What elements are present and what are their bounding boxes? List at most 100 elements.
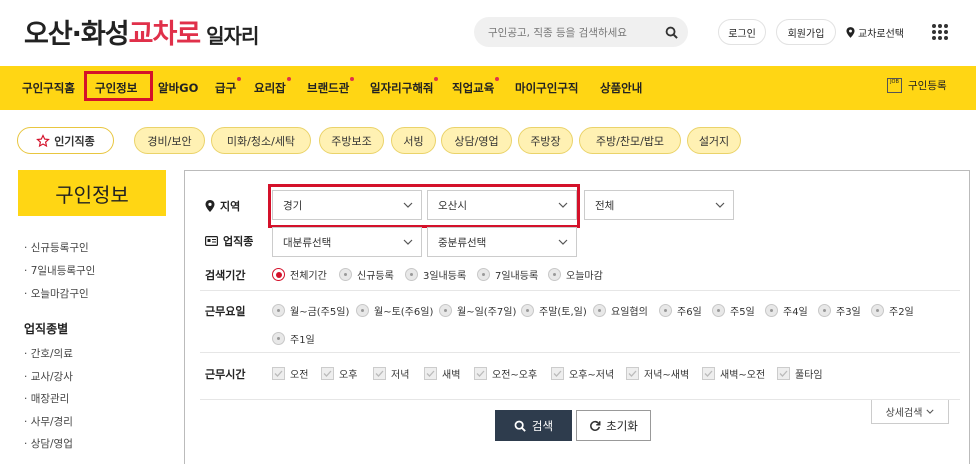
search-button[interactable]: 검색: [495, 410, 572, 441]
search-icon[interactable]: [665, 26, 678, 39]
check-icon: [553, 370, 562, 377]
checkbox: [551, 367, 564, 380]
checkbox: [321, 367, 334, 380]
nav-item-home[interactable]: 구인구직홈: [22, 80, 75, 96]
days-4-radio[interactable]: 주4일: [765, 303, 808, 318]
new-dot: [286, 77, 291, 81]
time-morning-checkbox[interactable]: 오전: [272, 366, 308, 381]
region-label-text: 지역: [220, 200, 241, 213]
region-select-link[interactable]: 교차로선택: [846, 25, 904, 40]
sidebar-category-store[interactable]: · 매장관리: [24, 391, 69, 406]
time-afternoon-checkbox[interactable]: 오후: [321, 366, 357, 381]
chip-dishwashing[interactable]: 설거지: [687, 127, 741, 154]
region-district-select[interactable]: 전체: [584, 190, 734, 220]
radio: [765, 304, 778, 317]
chip-kitchen-cook[interactable]: 주방/찬모/밥모: [579, 127, 681, 154]
nav-cooking-label: 요리잡: [254, 81, 286, 95]
sidebar-category-label: 간호/의료: [30, 348, 73, 360]
sidebar-link-7days[interactable]: · 7일내등록구인: [24, 263, 95, 278]
nav-item-albago[interactable]: 알바GO: [158, 80, 198, 96]
job-major-select[interactable]: 대분류선택: [272, 227, 422, 257]
job-minor-select[interactable]: 중분류선택: [427, 227, 577, 257]
signup-button[interactable]: 회원가입: [776, 19, 836, 45]
search-input[interactable]: 구인공고, 직종 등을 검색하세요: [474, 17, 688, 47]
time-option-label: 풀타임: [795, 370, 823, 381]
sidebar-category-office[interactable]: · 사무/경리: [24, 414, 73, 429]
chip-security[interactable]: 경비/보안: [134, 127, 205, 154]
chip-sales[interactable]: 상담/영업: [441, 127, 512, 154]
days-option-label: 월~토(주6일): [374, 307, 434, 318]
sidebar-category-teacher[interactable]: · 교사/강사: [24, 369, 73, 384]
days-1-radio[interactable]: 주1일: [272, 331, 315, 346]
days-mon-sun-radio[interactable]: 월~일(주7일): [439, 303, 516, 318]
days-6-radio[interactable]: 주6일: [659, 303, 702, 318]
nav-item-education[interactable]: 직업교육: [452, 77, 500, 96]
days-option-label: 주말(토,일): [539, 307, 587, 318]
sidebar-link-new[interactable]: · 신규등록구인: [24, 240, 89, 255]
divider: [200, 290, 960, 291]
checkbox: [373, 367, 386, 380]
divider: [200, 399, 960, 400]
nav-item-brand[interactable]: 브랜드관: [307, 77, 355, 96]
sidebar-link-today[interactable]: · 오늘마감구인: [24, 286, 89, 301]
popular-jobs-chip[interactable]: 인기직종: [17, 127, 114, 154]
period-today-radio[interactable]: 오늘마감: [548, 267, 603, 282]
days-3-radio[interactable]: 주3일: [818, 303, 861, 318]
chip-kitchen-assist[interactable]: 주방보조: [319, 127, 384, 154]
time-fulltime-checkbox[interactable]: 풀타임: [777, 366, 823, 381]
time-morning-afternoon-checkbox[interactable]: 오전~오후: [474, 366, 537, 381]
sidebar-section-title: 업직종별: [24, 322, 69, 336]
time-option-label: 저녁~새벽: [644, 370, 690, 381]
nav-find-job-label: 일자리구해줘: [370, 81, 434, 95]
job-register-link[interactable]: JOB 구인등록: [887, 78, 947, 93]
period-all-radio[interactable]: 전체기간: [272, 267, 327, 282]
chip-serving[interactable]: 서빙: [391, 127, 436, 154]
sidebar-category-nursing[interactable]: · 간호/의료: [24, 346, 73, 361]
days-option-label: 주3일: [836, 307, 861, 318]
checkbox: [702, 367, 715, 380]
period-option-label: 신규등록: [357, 271, 394, 282]
time-afternoon-evening-checkbox[interactable]: 오후~저녁: [551, 366, 614, 381]
all-menu-icon[interactable]: [932, 24, 948, 40]
days-5-radio[interactable]: 주5일: [712, 303, 755, 318]
sidebar-category-sales[interactable]: · 상담/영업: [24, 436, 73, 451]
id-card-icon: [205, 236, 218, 246]
time-dawn-checkbox[interactable]: 새벽: [424, 366, 460, 381]
nav-item-urgent[interactable]: 급구: [215, 77, 242, 96]
time-evening-checkbox[interactable]: 저녁: [373, 366, 409, 381]
chevron-down-icon: [558, 239, 568, 245]
period-new-radio[interactable]: 신규등록: [339, 267, 394, 282]
period-7days-radio[interactable]: 7일내등록: [477, 267, 538, 282]
period-3days-radio[interactable]: 3일내등록: [405, 267, 466, 282]
days-2-radio[interactable]: 주2일: [871, 303, 914, 318]
checkbox: [626, 367, 639, 380]
job-register-icon: JOB: [887, 78, 902, 93]
check-icon: [426, 370, 435, 377]
nav-item-my-page[interactable]: 마이구인구직: [515, 80, 578, 96]
nav-item-find-job[interactable]: 일자리구해줘: [370, 77, 439, 96]
days-mon-sat-radio[interactable]: 월~토(주6일): [356, 303, 433, 318]
days-negotiable-radio[interactable]: 요일협의: [593, 303, 648, 318]
region-district-value: 전체: [595, 199, 615, 212]
check-icon: [323, 370, 332, 377]
sidebar-category-label: 사무/경리: [30, 416, 73, 428]
job-major-value: 대분류선택: [283, 236, 332, 249]
chip-cleaning[interactable]: 미화/청소/세탁: [211, 127, 311, 154]
nav-item-cooking[interactable]: 요리잡: [254, 77, 291, 96]
time-dawn-morning-checkbox[interactable]: 새벽~오전: [702, 366, 765, 381]
nav-item-products[interactable]: 상품안내: [600, 80, 642, 96]
site-logo[interactable]: 오산·화성교차로 일자리: [24, 12, 259, 51]
time-evening-dawn-checkbox[interactable]: 저녁~새벽: [626, 366, 689, 381]
time-option-label: 새벽: [442, 370, 461, 381]
time-option-label: 저녁: [391, 370, 410, 381]
detail-search-toggle[interactable]: 상세검색: [871, 400, 949, 424]
login-button[interactable]: 로그인: [718, 19, 766, 45]
search-placeholder: 구인공고, 직종 등을 검색하세요: [488, 26, 627, 39]
period-option-label: 3일내등록: [423, 271, 467, 282]
reset-button[interactable]: 초기화: [576, 410, 651, 441]
days-weekend-radio[interactable]: 주말(토,일): [521, 303, 587, 318]
region-highlight-box: [268, 184, 580, 228]
days-mon-fri-radio[interactable]: 월~금(주5일): [272, 303, 349, 318]
sidebar-link-label: 신규등록구인: [30, 242, 89, 254]
chip-chef[interactable]: 주방장: [518, 127, 573, 154]
